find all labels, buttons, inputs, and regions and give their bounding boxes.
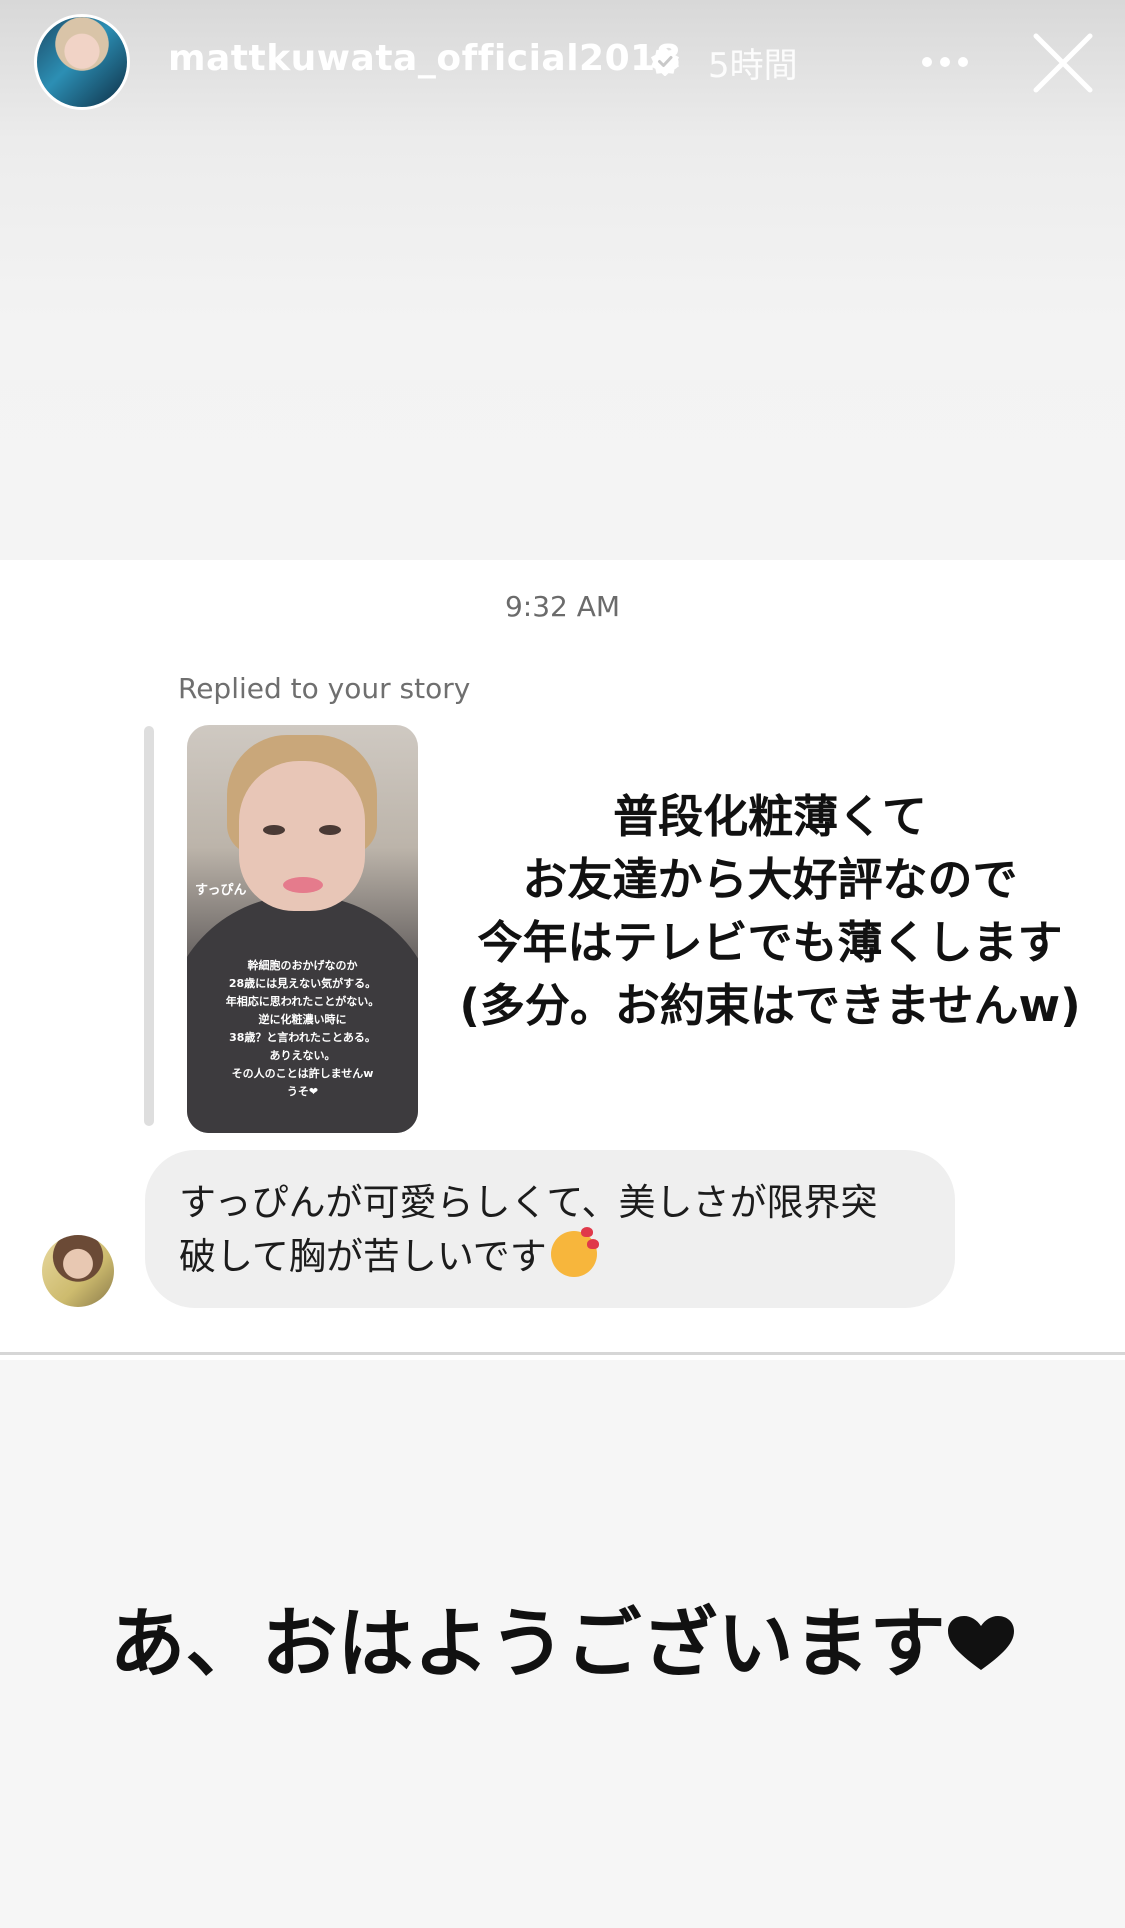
thumbnail-caption-line: その人のことは許しませんw <box>231 1067 374 1080</box>
post-time: 5時間 <box>708 46 798 86</box>
thumbnail-caption-line: うそ❤ <box>286 1085 319 1098</box>
dm-screenshot: 9:32 AM Replied to your story すっぴん 幹細胞のお… <box>0 560 1125 1360</box>
thumbnail-eye <box>263 825 285 835</box>
message-line: 破して胸が苦しいです <box>179 1235 547 1278</box>
thumbnail-caption-line: ありえない。 <box>269 1049 336 1062</box>
thumbnail-caption: 幹細胞のおかげなのか 28歳には見えない気がする。 年相応に思われたことがない。… <box>187 957 418 1101</box>
thumbnail-eye <box>319 825 341 835</box>
story-header: mattkuwata_official2018 5時間 <box>0 0 1125 125</box>
thumbnail-lips <box>283 877 323 893</box>
story-caption: あ、おはようございます <box>0 1582 1125 1692</box>
thumbnail-caption-line: 年相応に思われたことがない。 <box>225 995 380 1008</box>
sender-avatar[interactable] <box>42 1235 114 1307</box>
more-icon[interactable] <box>918 40 972 84</box>
smiling-face-with-hearts-icon <box>550 1227 599 1277</box>
close-icon[interactable] <box>1030 30 1096 96</box>
reply-indicator-bar <box>144 726 154 1126</box>
overlay-text-line: 普段化粧薄くて <box>613 790 927 843</box>
overlay-text-line: 今年はテレビでも薄くします <box>477 916 1063 969</box>
thumbnail-label: すっぴん <box>195 883 247 898</box>
replied-to-story-label: Replied to your story <box>178 672 471 705</box>
story-overlay-text: 普段化粧薄くて お友達から大好評なので 今年はテレビでも薄くします (多分。お約… <box>430 785 1110 1037</box>
thumbnail-caption-line: 幹細胞のおかげなのか <box>247 959 358 972</box>
panel-divider <box>0 1352 1125 1355</box>
thumbnail-caption-line: 28歳には見えない気がする。 <box>228 977 377 990</box>
message-line: すっぴんが可愛らしくて、美しさが限界突 <box>179 1181 878 1224</box>
message-timestamp: 9:32 AM <box>504 590 621 623</box>
caption-text: あ、おはようございます <box>109 1599 946 1688</box>
thumbnail-caption-line: 38歳？と言われたことある。 <box>229 1031 376 1044</box>
username[interactable]: mattkuwata_official2018 <box>168 38 681 79</box>
message-bubble[interactable]: すっぴんが可愛らしくて、美しさが限界突 破して胸が苦しいです <box>145 1150 955 1308</box>
overlay-text-line: (多分。お約束はできませんw) <box>459 979 1081 1032</box>
message-line-with-emoji: 破して胸が苦しいです <box>179 1227 921 1284</box>
overlay-text-line: お友達から大好評なので <box>522 853 1018 906</box>
profile-avatar[interactable] <box>34 14 130 110</box>
message-text: すっぴんが可愛らしくて、美しさが限界突 破して胸が苦しいです <box>179 1176 921 1284</box>
heart-icon <box>947 1616 1014 1670</box>
thumbnail-caption-line: 逆に化粧濃い時に <box>258 1013 347 1026</box>
story-preview-thumbnail[interactable]: すっぴん 幹細胞のおかげなのか 28歳には見えない気がする。 年相応に思われたこ… <box>187 725 418 1133</box>
verified-badge-icon <box>651 47 679 76</box>
